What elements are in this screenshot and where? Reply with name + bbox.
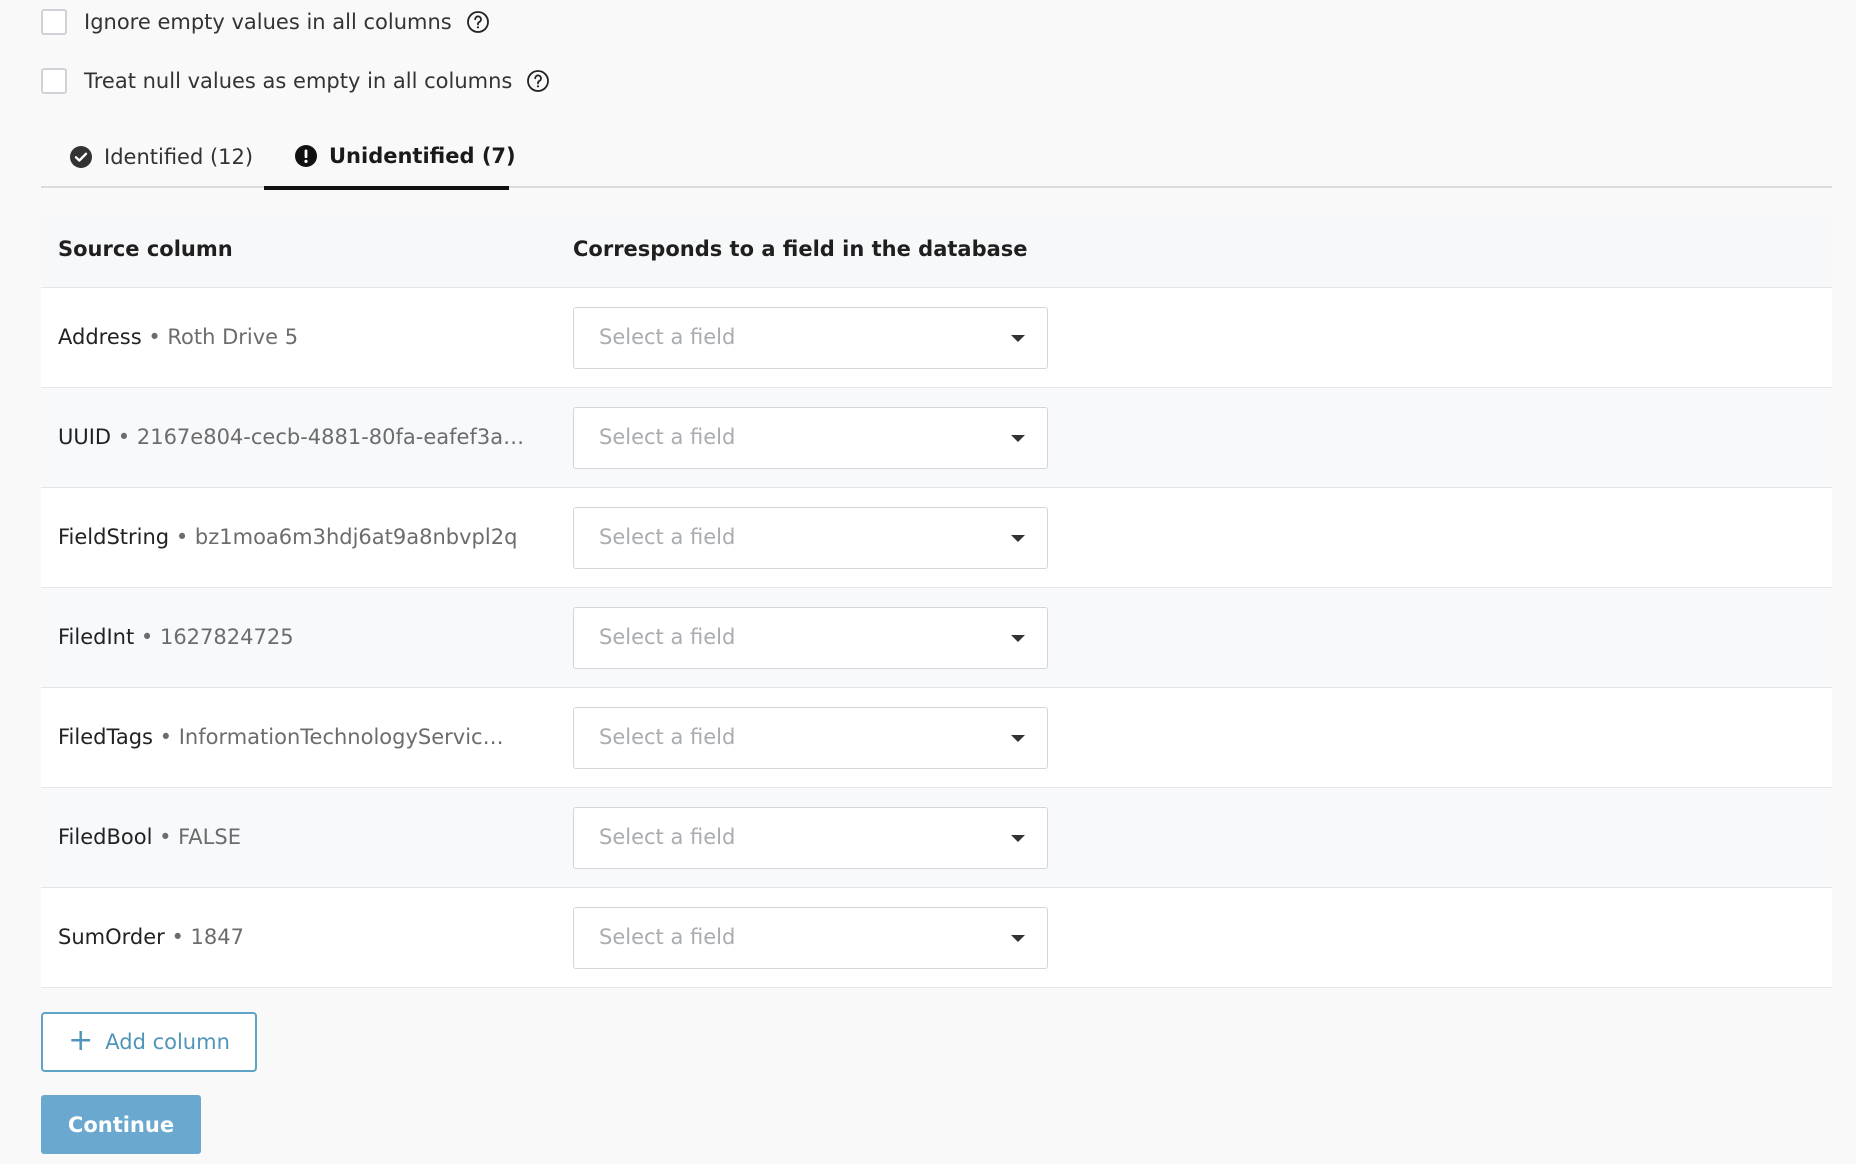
check-circle-icon <box>69 145 93 169</box>
continue-label: Continue <box>67 1112 175 1137</box>
sample-value: • Roth Drive 5 <box>141 325 299 349</box>
exclamation-circle-icon <box>294 144 318 168</box>
mapping-tabs: Identified (12) Unidentified (7) <box>41 126 1832 190</box>
caret-down-icon <box>1011 735 1025 742</box>
sample-value: • 1847 <box>164 925 244 949</box>
field-select[interactable]: Select a field <box>573 807 1048 869</box>
tab-unidentified[interactable]: Unidentified (7) <box>264 126 516 190</box>
caret-down-icon <box>1011 835 1025 842</box>
ignore-empty-label: Ignore empty values in all columns <box>84 10 452 34</box>
table-row: Address • Roth Drive 5 Select a field <box>41 288 1832 388</box>
source-column-header: Source column <box>58 237 233 261</box>
import-mapping-page: Ignore empty values in all columns Treat… <box>0 0 1856 1164</box>
field-select[interactable]: Select a field <box>573 607 1048 669</box>
caret-down-icon <box>1011 635 1025 642</box>
column-name: UUID <box>58 425 112 449</box>
table-row: FiledTags • InformationTechnologyServic…… <box>41 688 1832 788</box>
tab-identified[interactable]: Identified (12) <box>69 126 253 188</box>
column-name: FiledInt <box>58 625 135 649</box>
tab-identified-label: Identified (12) <box>104 145 254 169</box>
ignore-empty-option[interactable]: Ignore empty values in all columns <box>41 6 490 38</box>
select-placeholder: Select a field <box>599 725 736 749</box>
table-row: UUID • 2167e804-cecb-4881-80fa-eafef3a… … <box>41 388 1832 488</box>
column-name: FiledTags <box>58 725 153 749</box>
source-column-cell: FiledTags • InformationTechnologyServic… <box>58 725 504 749</box>
table-row: FieldString • bz1moa6m3hdj6at9a8nbvpl2q … <box>41 488 1832 588</box>
treat-null-checkbox[interactable] <box>41 68 67 94</box>
sample-value: • 2167e804-cecb-4881-80fa-eafef3a… <box>111 425 525 449</box>
treat-null-option[interactable]: Treat null values as empty in all column… <box>41 65 550 97</box>
column-mapping-table: Source column Corresponds to a field in … <box>41 213 1832 988</box>
question-circle-icon[interactable] <box>466 10 490 34</box>
source-column-cell: FiledBool • FALSE <box>58 825 241 849</box>
source-column-cell: SumOrder • 1847 <box>58 925 244 949</box>
column-name: FieldString <box>58 525 170 549</box>
target-field-header: Corresponds to a field in the database <box>573 237 1028 261</box>
caret-down-icon <box>1011 335 1025 342</box>
field-select[interactable]: Select a field <box>573 907 1048 969</box>
select-placeholder: Select a field <box>599 925 736 949</box>
treat-null-label: Treat null values as empty in all column… <box>84 69 513 93</box>
select-placeholder: Select a field <box>599 525 736 549</box>
source-column-cell: FiledInt • 1627824725 <box>58 625 294 649</box>
field-select[interactable]: Select a field <box>573 407 1048 469</box>
column-name: Address <box>58 325 142 349</box>
table-header: Source column Corresponds to a field in … <box>41 213 1832 288</box>
field-select[interactable]: Select a field <box>573 307 1048 369</box>
tab-unidentified-label: Unidentified (7) <box>329 144 516 168</box>
sample-value: • 1627824725 <box>134 625 294 649</box>
sample-value: • bz1moa6m3hdj6at9a8nbvpl2q <box>169 525 518 549</box>
table-row: SumOrder • 1847 Select a field <box>41 888 1832 988</box>
ignore-empty-checkbox[interactable] <box>41 9 67 35</box>
column-name: SumOrder <box>58 925 165 949</box>
field-select[interactable]: Select a field <box>573 507 1048 569</box>
select-placeholder: Select a field <box>599 625 736 649</box>
table-row: FiledInt • 1627824725 Select a field <box>41 588 1832 688</box>
caret-down-icon <box>1011 935 1025 942</box>
table-row: FiledBool • FALSE Select a field <box>41 788 1832 888</box>
continue-button[interactable]: Continue <box>41 1095 201 1154</box>
question-circle-icon[interactable] <box>526 69 550 93</box>
column-name: FiledBool <box>58 825 153 849</box>
select-placeholder: Select a field <box>599 325 736 349</box>
field-select[interactable]: Select a field <box>573 707 1048 769</box>
add-column-label: Add column <box>105 1030 230 1054</box>
source-column-cell: Address • Roth Drive 5 <box>58 325 298 349</box>
caret-down-icon <box>1011 435 1025 442</box>
plus-icon: + <box>68 1022 94 1058</box>
sample-value: • InformationTechnologyServic… <box>152 725 504 749</box>
source-column-cell: FieldString • bz1moa6m3hdj6at9a8nbvpl2q <box>58 525 517 549</box>
select-placeholder: Select a field <box>599 825 736 849</box>
source-column-cell: UUID • 2167e804-cecb-4881-80fa-eafef3a… <box>58 425 524 449</box>
sample-value: • FALSE <box>152 825 241 849</box>
select-placeholder: Select a field <box>599 425 736 449</box>
caret-down-icon <box>1011 535 1025 542</box>
add-column-button[interactable]: + Add column <box>41 1012 257 1072</box>
